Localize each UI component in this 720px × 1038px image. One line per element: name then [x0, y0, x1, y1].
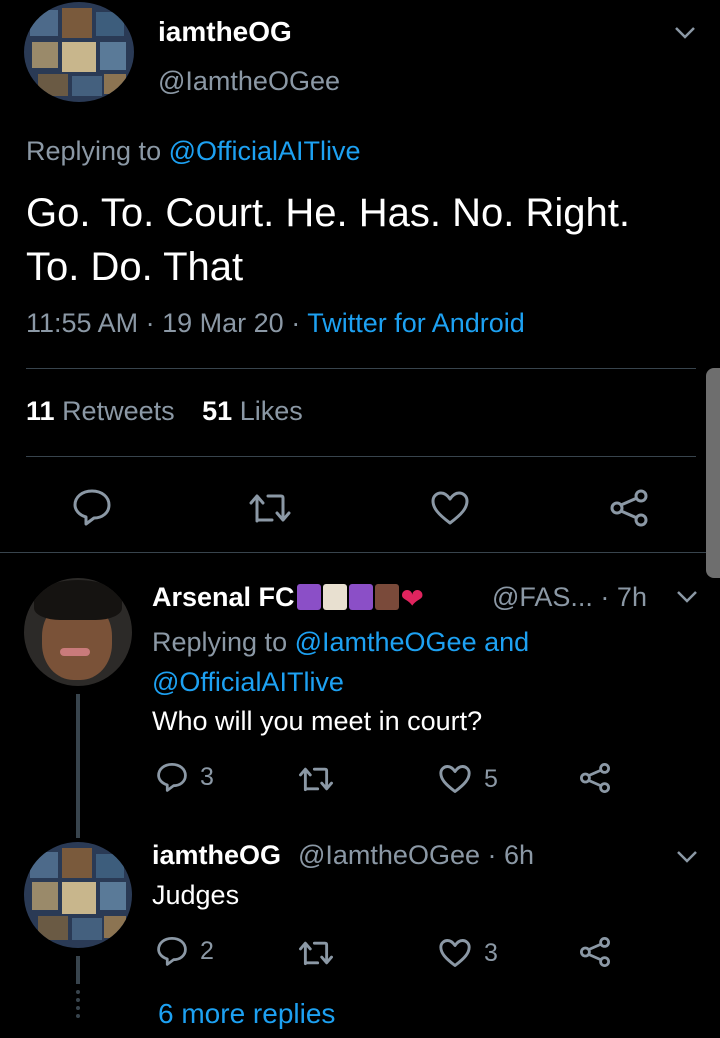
author-handle[interactable]: @IamtheOGee	[158, 66, 340, 97]
meta-separator: ·	[145, 308, 163, 338]
reply-avatar[interactable]	[24, 578, 132, 686]
retweets-stat[interactable]: 11 Retweets	[26, 396, 175, 426]
replying-to-link[interactable]: @OfficialAITlive	[169, 136, 361, 166]
reply-icon	[157, 936, 187, 966]
thread-line	[76, 694, 80, 838]
tweet-time: 11:55 AM	[26, 308, 139, 338]
reply-icon	[157, 762, 187, 792]
replying-and: and	[476, 627, 530, 657]
chevron-down-icon[interactable]	[674, 26, 696, 40]
reply-icon	[73, 489, 111, 526]
book-emoji	[374, 584, 399, 610]
like-button[interactable]	[430, 490, 470, 526]
replying-to-link[interactable]: @IamtheOGee	[295, 627, 477, 657]
reply-text: Judges	[152, 880, 240, 910]
chevron-down-icon[interactable]	[676, 850, 698, 864]
like-count: 5	[484, 764, 498, 793]
like-button[interactable]: 3	[438, 938, 498, 968]
share-icon	[610, 489, 648, 527]
like-count: 3	[484, 938, 498, 967]
likes-label: Likes	[239, 396, 303, 426]
share-button[interactable]	[578, 936, 612, 968]
like-button[interactable]: 5	[438, 764, 498, 794]
like-icon	[439, 765, 471, 793]
scrollbar-thumb[interactable]	[706, 368, 720, 578]
reply-text: Who will you meet in court?	[152, 706, 483, 736]
likes-stat[interactable]: 51 Likes	[202, 396, 303, 426]
share-icon	[580, 763, 610, 793]
author-avatar[interactable]	[24, 2, 134, 102]
retweet-icon	[299, 767, 333, 792]
share-button[interactable]	[578, 762, 612, 794]
chevron-down-icon[interactable]	[676, 590, 698, 604]
tweet-text-line-1: Go. To. Court. He. Has. No. Right.	[26, 191, 630, 235]
main-tweet: iamtheOG @IamtheOGee Replying to @Offici…	[0, 0, 720, 556]
reply-button[interactable]: 2	[156, 936, 214, 966]
tweet-date: 19 Mar 20	[162, 308, 284, 338]
retweet-button[interactable]	[248, 490, 292, 526]
divider	[26, 456, 696, 457]
reply-author-name-text: Arsenal FC	[152, 582, 295, 612]
like-icon	[431, 491, 469, 525]
church-emoji	[322, 584, 347, 610]
reply-button[interactable]	[72, 488, 112, 526]
replying-to: Replying to @OfficialAITlive	[26, 136, 361, 167]
reply-avatar[interactable]	[24, 842, 132, 948]
tweet-meta: 11:55 AM · 19 Mar 20 · Twitter for Andro…	[26, 308, 525, 339]
replying-to-link[interactable]: @OfficialAITlive	[152, 667, 344, 697]
replying-prefix: Replying to	[26, 136, 169, 166]
reply-handle-time: @IamtheOGee · 6h	[298, 840, 535, 870]
retweet-icon	[299, 941, 333, 966]
author-name[interactable]: iamtheOG	[158, 16, 292, 48]
reply-replying-to: Replying to @IamtheOGee and @OfficialAITl…	[152, 622, 529, 702]
tweet-text: Go. To. Court. He. Has. No. Right. To. D…	[26, 186, 706, 294]
star-of-david-emoji	[296, 584, 321, 610]
like-icon	[439, 939, 471, 967]
heart-emoji: ❤	[400, 583, 425, 614]
thread-dots	[76, 990, 80, 1022]
retweet-button[interactable]	[298, 938, 334, 968]
reply-count: 2	[200, 936, 214, 965]
reply-author-name[interactable]: Arsenal FC ❤	[152, 582, 433, 614]
latin-cross-emoji	[348, 584, 373, 610]
retweet-button[interactable]	[298, 764, 334, 794]
share-button[interactable]	[608, 488, 650, 528]
retweets-label: Retweets	[62, 396, 175, 426]
reply-count: 3	[200, 762, 214, 791]
tweet-text-line-2: To. Do. That	[26, 245, 244, 289]
retweets-count: 11	[26, 396, 55, 426]
reply-button[interactable]: 3	[156, 762, 214, 792]
likes-count: 51	[202, 396, 233, 426]
divider	[0, 552, 720, 553]
thread-line	[76, 956, 80, 984]
meta-separator: ·	[291, 308, 308, 338]
tweet-source[interactable]: Twitter for Android	[307, 308, 525, 338]
replying-prefix: Replying to	[152, 627, 295, 657]
tweet-stats: 11 Retweets 51 Likes	[26, 396, 303, 427]
reply-author-name[interactable]: iamtheOG	[152, 840, 281, 871]
more-replies-link[interactable]: 6 more replies	[158, 998, 335, 1030]
divider	[26, 368, 696, 369]
reply-handle-time: @FAS... · 7h	[492, 582, 647, 612]
retweet-icon	[249, 494, 291, 523]
share-icon	[580, 937, 610, 967]
